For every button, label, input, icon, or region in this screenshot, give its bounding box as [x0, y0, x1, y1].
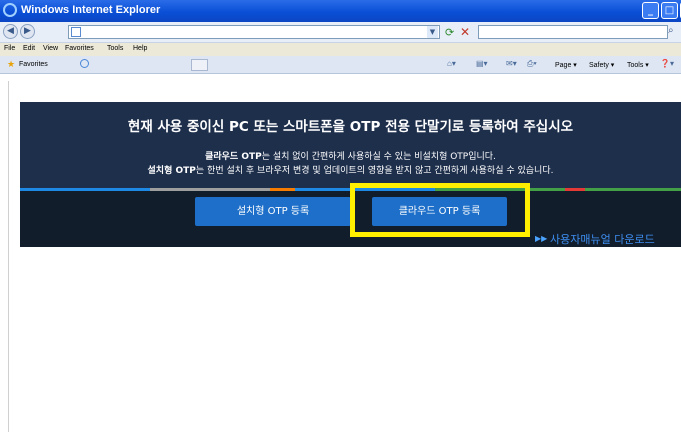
- feeds-icon[interactable]: ▤▾: [476, 59, 488, 68]
- menu-edit[interactable]: Edit: [23, 45, 35, 52]
- star-icon[interactable]: ★: [7, 59, 15, 70]
- new-tab-button[interactable]: [191, 59, 208, 71]
- url-input[interactable]: [68, 25, 440, 39]
- stop-icon[interactable]: ✕: [460, 25, 470, 39]
- page-icon: [71, 27, 81, 37]
- forward-button[interactable]: ▶: [20, 24, 35, 39]
- menu-tools[interactable]: Tools: [107, 45, 123, 52]
- cloud-otp-text: 는 설치 없이 간편하게 사용하실 수 있는 비설치형 OTP입니다.: [261, 152, 496, 162]
- manual-download-link[interactable]: 사용자매뉴얼 다운로드: [550, 231, 655, 247]
- maximize-button[interactable]: □: [661, 2, 678, 19]
- tools-menu[interactable]: Tools ▾: [627, 61, 649, 69]
- minimize-button[interactable]: _: [642, 2, 659, 19]
- menu-help[interactable]: Help: [133, 45, 147, 52]
- help-icon[interactable]: ❓▾: [660, 59, 674, 68]
- install-otp-text: 는 한번 설치 후 브라우저 변경 및 업데이트의 영향을 받지 않고 간편하게…: [195, 166, 554, 176]
- ie-logo-icon: [3, 3, 17, 17]
- address-dropdown-icon[interactable]: ▼: [427, 26, 438, 38]
- menu-bar: File Edit View Favorites Tools Help: [0, 43, 681, 56]
- highlight-box: [350, 183, 530, 237]
- print-icon[interactable]: ⎙▾: [527, 59, 537, 69]
- divider: [8, 81, 9, 432]
- safety-menu[interactable]: Safety ▾: [589, 61, 614, 69]
- search-input[interactable]: [478, 25, 668, 39]
- menu-view[interactable]: View: [43, 45, 58, 52]
- install-otp-term: 설치형 OTP: [147, 166, 196, 176]
- install-otp-register-button[interactable]: 설치형 OTP 등록: [195, 197, 351, 226]
- cloud-otp-term: 클라우드 OTP: [205, 152, 262, 162]
- search-icon[interactable]: ⌕: [668, 25, 680, 39]
- mail-icon[interactable]: ✉▾: [506, 59, 517, 68]
- double-arrow-icon: ▶▶: [535, 234, 548, 243]
- window-titlebar: Windows Internet Explorer _ □ ×: [0, 0, 681, 22]
- address-bar: ◀ ▶ ▼ ⟳ ✕ ⌕: [0, 22, 681, 43]
- page-menu[interactable]: Page ▾: [555, 61, 577, 69]
- window-title: Windows Internet Explorer: [21, 4, 161, 16]
- cloud-otp-description: 클라우드 OTP는 설치 없이 간편하게 사용하실 수 있는 비설치형 OTP입…: [20, 149, 681, 162]
- back-button[interactable]: ◀: [3, 24, 18, 39]
- favorites-button[interactable]: Favorites: [19, 61, 48, 68]
- menu-favorites[interactable]: Favorites: [65, 45, 94, 52]
- home-icon[interactable]: ⌂▾: [447, 59, 456, 68]
- refresh-icon[interactable]: ⟳: [445, 26, 454, 39]
- menu-file[interactable]: File: [4, 45, 15, 52]
- favorites-bar: ★ Favorites ⌂▾ ▤▾ ✉▾ ⎙▾ Page ▾ Safety ▾ …: [0, 56, 681, 74]
- tab-page-icon[interactable]: [80, 59, 89, 68]
- install-otp-description: 설치형 OTP는 한번 설치 후 브라우저 변경 및 업데이트의 영향을 받지 …: [20, 163, 681, 176]
- banner-headline: 현재 사용 중이신 PC 또는 스마트폰을 OTP 전용 단말기로 등록하여 주…: [127, 119, 574, 135]
